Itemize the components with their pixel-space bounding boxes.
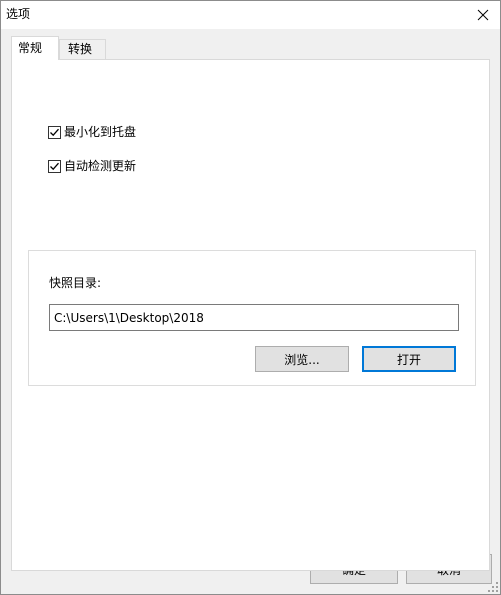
title-bar[interactable]: 选项: [1, 1, 500, 29]
options-dialog: 选项 常规 转换 最小化到托盘 自动检测更新 快照目录: C:\Users\1\…: [0, 0, 501, 595]
minimize-to-tray-label: 最小化到托盘: [64, 125, 137, 139]
tab-general[interactable]: 常规: [11, 36, 59, 60]
close-button[interactable]: [466, 1, 500, 29]
snapshot-path-input[interactable]: [49, 304, 459, 331]
browse-button[interactable]: 浏览...: [255, 346, 349, 372]
window-title: 选项: [6, 7, 31, 21]
snapshot-directory-group: 快照目录: 浏览... 打开: [28, 250, 476, 386]
checkbox-box[interactable]: [48, 159, 61, 173]
minimize-to-tray-checkbox[interactable]: 最小化到托盘: [48, 124, 136, 140]
snapshot-directory-label: 快照目录:: [49, 276, 102, 290]
tab-convert[interactable]: 转换: [59, 39, 106, 60]
auto-check-update-checkbox[interactable]: 自动检测更新: [48, 158, 136, 174]
auto-check-update-label: 自动检测更新: [64, 159, 137, 173]
resize-grip-icon[interactable]: [487, 581, 499, 593]
tab-convert-label: 转换: [68, 42, 93, 56]
checkmark-icon: [50, 128, 59, 136]
tab-general-label: 常规: [18, 41, 43, 55]
checkmark-icon: [50, 162, 59, 170]
general-tab-panel: 最小化到托盘 自动检测更新 快照目录: 浏览... 打开: [11, 59, 490, 571]
dialog-client-area: 常规 转换 最小化到托盘 自动检测更新 快照目录: C:\Users\1\Des…: [1, 29, 500, 594]
open-button[interactable]: 打开: [362, 346, 456, 372]
close-icon: [477, 9, 489, 21]
checkbox-box[interactable]: [48, 125, 61, 139]
